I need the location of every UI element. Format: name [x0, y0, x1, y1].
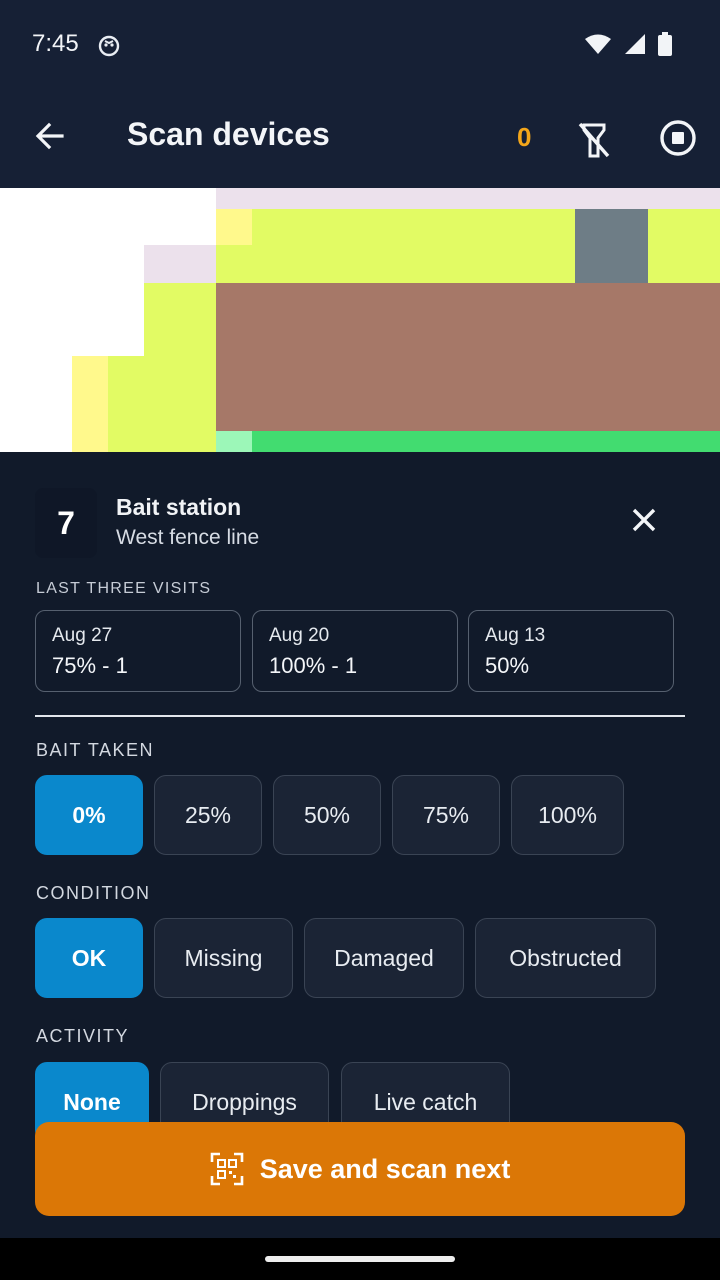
scan-counter: 0	[517, 122, 532, 152]
home-handle[interactable]	[265, 1256, 455, 1262]
activity-heading: ACTIVITY	[36, 1026, 130, 1046]
flashlight-toggle-button[interactable]	[570, 116, 618, 164]
condition-option-damaged[interactable]: Damaged	[304, 918, 464, 998]
status-bar: 7:45	[0, 0, 720, 92]
divider	[35, 715, 685, 717]
condition-heading: CONDITION	[36, 883, 151, 903]
save-button-label: Save and scan next	[259, 1153, 511, 1184]
bait-option-0[interactable]: 0%	[35, 775, 143, 855]
bait-taken-heading: BAIT TAKEN	[36, 740, 155, 760]
save-and-scan-next-button[interactable]: Save and scan next	[35, 1122, 685, 1216]
visit-card: Aug 20 100% - 1	[252, 610, 458, 692]
bait-option-25[interactable]: 25%	[154, 775, 262, 855]
system-nav-bar	[0, 1238, 720, 1280]
visit-result: 50%	[485, 653, 530, 678]
device-number-badge: 7	[35, 488, 97, 558]
device-sheet: 7 Bait station West fence line LAST THRE…	[0, 452, 720, 1238]
battery-icon	[658, 32, 672, 61]
condition-option-ok[interactable]: OK	[35, 918, 143, 998]
visit-card: Aug 13 50%	[468, 610, 674, 692]
bait-option-75[interactable]: 75%	[392, 775, 500, 855]
device-location: West fence line	[116, 526, 260, 549]
app-bar: Scan devices 0	[0, 92, 720, 188]
visit-date: Aug 13	[485, 625, 546, 646]
status-icons	[584, 32, 672, 61]
close-icon	[632, 508, 656, 532]
status-time: 7:45	[32, 30, 79, 57]
signal-icon	[624, 33, 646, 60]
camera-preview	[0, 188, 720, 452]
condition-option-obstructed[interactable]: Obstructed	[475, 918, 656, 998]
arrow-left-icon	[35, 122, 64, 150]
condition-option-missing[interactable]: Missing	[154, 918, 293, 998]
bait-option-100[interactable]: 100%	[511, 775, 624, 855]
visit-date: Aug 27	[52, 625, 113, 646]
close-button[interactable]	[622, 498, 666, 542]
page-title: Scan devices	[127, 116, 330, 152]
device-name: Bait station	[116, 494, 242, 520]
visit-result: 75% - 1	[52, 653, 128, 678]
visit-date: Aug 20	[269, 625, 330, 646]
qr-code-icon	[210, 1152, 243, 1186]
back-button[interactable]	[28, 114, 72, 158]
wifi-icon	[584, 33, 612, 60]
visit-result: 100% - 1	[269, 653, 358, 678]
visit-card: Aug 27 75% - 1	[35, 610, 241, 692]
flashlight-off-icon	[578, 122, 610, 158]
notification-icon	[97, 34, 121, 63]
stop-scan-button[interactable]	[656, 116, 700, 160]
stop-circle-icon	[660, 120, 696, 156]
visits-heading: LAST THREE VISITS	[36, 580, 212, 597]
bait-option-50[interactable]: 50%	[273, 775, 381, 855]
